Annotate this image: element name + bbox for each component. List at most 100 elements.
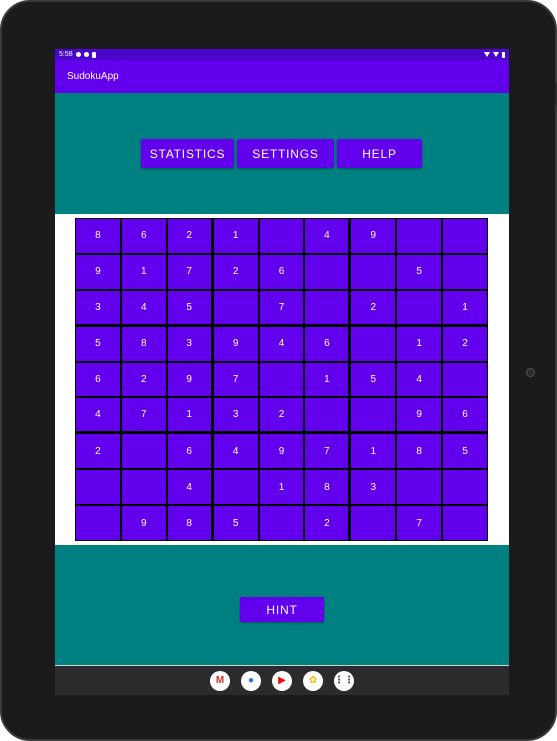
board-cell[interactable]: 1 (258, 469, 305, 506)
app-drawer-icon[interactable]: ⋮⋮ (334, 670, 354, 691)
top-panel: STATISTICS SETTINGS HELP (55, 93, 509, 214)
statistics-button[interactable]: STATISTICS (141, 139, 234, 168)
board-cell[interactable]: 1 (166, 397, 213, 434)
board-cell[interactable] (304, 253, 351, 290)
board-cell[interactable] (396, 218, 443, 254)
board-cell[interactable] (396, 289, 443, 326)
board-cell[interactable]: 4 (258, 325, 305, 362)
board-cell[interactable] (442, 361, 488, 398)
board-cell[interactable]: 3 (212, 397, 259, 434)
board-cell[interactable] (442, 253, 488, 290)
signal-icon (493, 52, 499, 57)
board-cell[interactable]: 8 (396, 433, 443, 470)
youtube-icon[interactable]: ▶ (272, 670, 292, 691)
board-cell[interactable]: 2 (75, 433, 121, 470)
board-cell[interactable]: 9 (212, 325, 259, 362)
app-title: SudokuApp (67, 71, 119, 82)
board-cell[interactable]: 1 (212, 218, 259, 254)
board-cell[interactable]: 6 (442, 397, 488, 434)
status-bar: 5:58 (55, 49, 509, 60)
board-cell[interactable]: 1 (442, 289, 488, 326)
board-cell[interactable]: 2 (304, 505, 351, 541)
board-cell[interactable] (442, 469, 488, 506)
board-cell[interactable] (75, 505, 121, 541)
board-cell[interactable] (304, 289, 351, 326)
board-cell[interactable]: 6 (258, 253, 305, 290)
board-cell[interactable]: 8 (120, 325, 167, 362)
board-cell[interactable]: 3 (166, 325, 213, 362)
board-cell[interactable]: 5 (442, 433, 488, 470)
board-cell[interactable] (258, 505, 305, 541)
board-cell[interactable]: 7 (258, 289, 305, 326)
help-button[interactable]: HELP (337, 139, 422, 168)
board-cell[interactable]: 9 (350, 218, 397, 254)
board-cell[interactable] (212, 289, 259, 326)
board-cell[interactable] (75, 469, 121, 506)
board-cell[interactable]: 9 (258, 433, 305, 470)
board-cell[interactable]: 4 (75, 397, 121, 434)
board-cell[interactable]: 8 (75, 218, 121, 254)
board-cell[interactable]: 4 (166, 469, 213, 506)
board-cell[interactable]: 7 (166, 253, 213, 290)
board-cell[interactable]: 8 (166, 505, 213, 541)
board-cell[interactable] (258, 218, 305, 254)
board-cell[interactable]: 2 (212, 253, 259, 290)
board-cell[interactable]: 6 (304, 325, 351, 362)
board-cell[interactable]: 1 (120, 253, 167, 290)
board-cell[interactable] (442, 218, 488, 254)
board-cell[interactable]: 9 (75, 253, 121, 290)
board-cell[interactable] (350, 325, 397, 362)
board-cell[interactable]: 9 (166, 361, 213, 398)
board-cell[interactable]: 5 (166, 289, 213, 326)
board-cell[interactable] (350, 397, 397, 434)
board-cell[interactable]: 1 (304, 361, 351, 398)
board-cell[interactable]: 2 (258, 397, 305, 434)
board-cell[interactable]: 9 (120, 505, 167, 541)
board-cell[interactable]: 1 (396, 325, 443, 362)
board-cell[interactable]: 9 (396, 397, 443, 434)
board-cell[interactable] (258, 361, 305, 398)
board-cell[interactable] (212, 469, 259, 506)
board-cell[interactable]: 4 (304, 218, 351, 254)
board-cell[interactable]: 5 (396, 253, 443, 290)
board-cell[interactable]: 6 (120, 218, 167, 254)
clock: 5:58 (59, 51, 73, 58)
board-cell[interactable]: 2 (166, 218, 213, 254)
board-cell[interactable]: 2 (350, 289, 397, 326)
board-cell[interactable]: 8 (304, 469, 351, 506)
gmail-icon[interactable]: M (210, 670, 230, 691)
board-cell[interactable]: 7 (396, 505, 443, 541)
board-cell[interactable] (396, 469, 443, 506)
board-cell[interactable]: 3 (75, 289, 121, 326)
dock: M ● ▶ ✿ ⋮⋮ (55, 665, 509, 695)
board-cell[interactable] (304, 397, 351, 434)
board-cell[interactable]: 4 (120, 289, 167, 326)
board-cell[interactable]: 2 (442, 325, 488, 362)
sudoku-board: 8621499172653457215839461262971544713296… (75, 218, 488, 541)
board-cell[interactable] (350, 253, 397, 290)
board-cell[interactable]: 5 (212, 505, 259, 541)
board-cell[interactable]: 5 (350, 361, 397, 398)
board-cell[interactable]: 1 (350, 433, 397, 470)
board-cell[interactable]: 7 (212, 361, 259, 398)
photos-icon[interactable]: ✿ (303, 670, 323, 691)
notification-icon (91, 51, 96, 58)
board-cell[interactable] (120, 469, 167, 506)
board-cell[interactable]: 4 (396, 361, 443, 398)
settings-button[interactable]: SETTINGS (237, 139, 334, 168)
board-cell[interactable]: 7 (304, 433, 351, 470)
hint-button[interactable]: HINT (240, 597, 324, 622)
board-cell[interactable]: 6 (166, 433, 213, 470)
notification-icon (83, 52, 89, 57)
board-cell[interactable]: 5 (75, 325, 121, 362)
board-cell[interactable]: 2 (120, 361, 167, 398)
board-cell[interactable]: 7 (120, 397, 167, 434)
board-cell[interactable] (442, 505, 488, 541)
board-cell[interactable]: 3 (350, 469, 397, 506)
board-cell[interactable]: 4 (212, 433, 259, 470)
chrome-icon[interactable]: ● (241, 670, 261, 691)
board-cell[interactable] (120, 433, 167, 470)
board-cell[interactable] (350, 505, 397, 541)
board-cell[interactable]: 6 (75, 361, 121, 398)
bottom-panel: HINT (55, 545, 509, 665)
